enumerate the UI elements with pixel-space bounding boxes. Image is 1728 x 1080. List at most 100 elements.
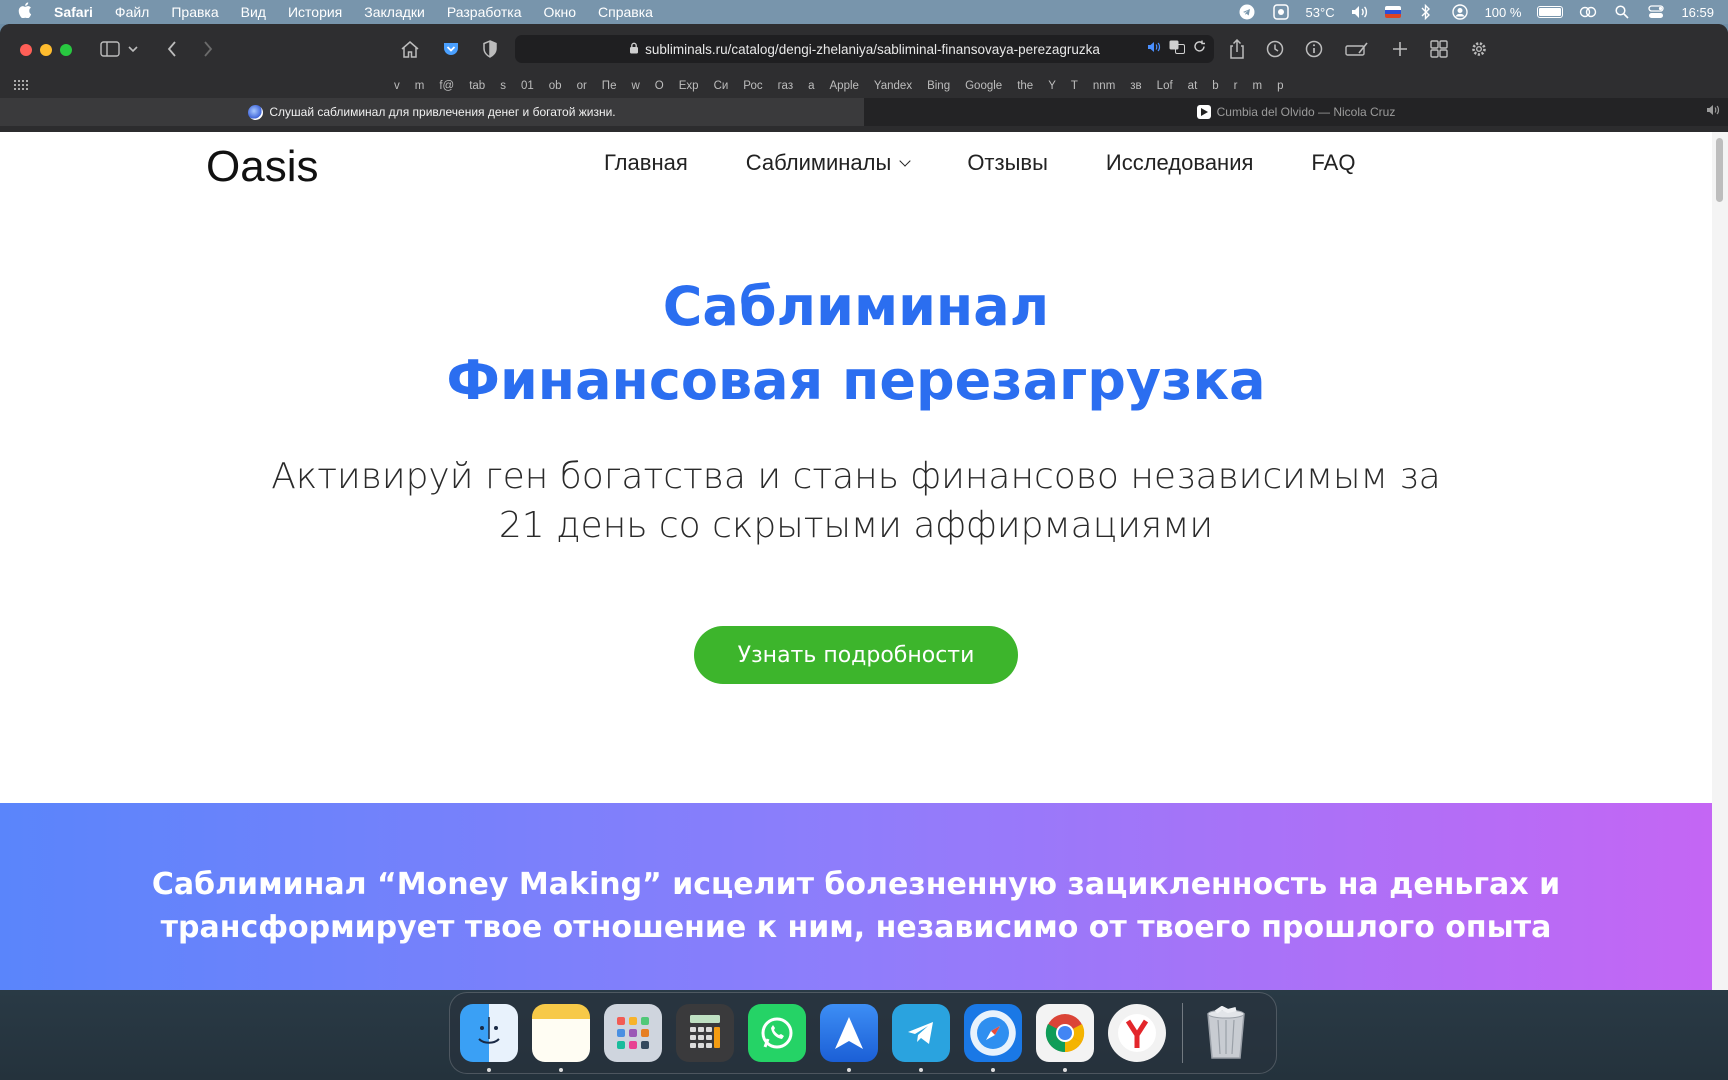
annotate-icon[interactable]	[1344, 37, 1370, 61]
favorites-grid-icon[interactable]	[14, 79, 28, 93]
favorite-link[interactable]: Yandex	[874, 80, 912, 92]
scrollbar-thumb[interactable]	[1716, 138, 1723, 202]
battery-icon[interactable]	[1537, 6, 1564, 18]
menu-help[interactable]: Справка	[598, 4, 653, 20]
yandex-browser-icon[interactable]	[1108, 1004, 1166, 1062]
favorite-link[interactable]: Пе	[602, 80, 617, 92]
favorite-link[interactable]: 01	[521, 80, 534, 92]
favorite-link[interactable]: зв	[1130, 80, 1141, 92]
control-center-icon[interactable]	[1647, 4, 1665, 20]
chrome-icon[interactable]	[1036, 1004, 1094, 1072]
reload-icon[interactable]	[1193, 40, 1206, 57]
audio-playing-icon[interactable]	[1147, 40, 1161, 57]
favorite-link[interactable]: f@	[439, 80, 454, 92]
user-account-icon[interactable]	[1451, 4, 1469, 20]
tab-music[interactable]: Cumbia del Olvido — Nicola Cruz	[864, 98, 1728, 126]
favorite-link[interactable]: m	[415, 80, 425, 92]
favorite-link[interactable]: Bing	[927, 80, 950, 92]
bluetooth-icon[interactable]	[1417, 4, 1435, 20]
apple-menu-icon[interactable]	[18, 1, 32, 23]
favorite-link[interactable]: ob	[549, 80, 562, 92]
safari-icon[interactable]	[964, 1004, 1022, 1072]
favorite-link[interactable]: tab	[469, 80, 485, 92]
favorite-link[interactable]: nnm	[1093, 80, 1115, 92]
favorite-link[interactable]: a	[808, 80, 814, 92]
favorite-link[interactable]: p	[1277, 80, 1283, 92]
privacy-shield-icon[interactable]	[477, 37, 503, 61]
fullscreen-window-button[interactable]	[60, 44, 72, 56]
tab-subliminal[interactable]: Слушай саблиминал для привлечения денег …	[0, 98, 864, 126]
favorite-link[interactable]: газ	[778, 80, 793, 92]
nav-faq[interactable]: FAQ	[1311, 150, 1355, 176]
favorite-link[interactable]: T	[1071, 80, 1078, 92]
menu-window[interactable]: Окно	[543, 4, 576, 20]
sidebar-toggle-icon[interactable]	[97, 37, 123, 61]
menu-app-name[interactable]: Safari	[54, 4, 93, 20]
favorite-link[interactable]: v	[394, 80, 400, 92]
tab-overview-icon[interactable]	[1426, 37, 1452, 61]
favorite-link[interactable]: O	[655, 80, 664, 92]
favorite-link[interactable]: Apple	[830, 80, 859, 92]
nav-research[interactable]: Исследования	[1106, 150, 1254, 176]
menu-view[interactable]: Вид	[241, 4, 266, 20]
menu-bar: Safari Файл Правка Вид История Закладки …	[0, 0, 1728, 24]
home-icon[interactable]	[397, 37, 423, 61]
telegram-icon[interactable]	[892, 1004, 950, 1072]
music-play-icon	[1196, 105, 1211, 119]
close-window-button[interactable]	[20, 44, 32, 56]
favorite-link[interactable]: Y	[1048, 80, 1056, 92]
launchpad-icon[interactable]	[604, 1004, 662, 1062]
settings-gear-icon[interactable]	[1466, 37, 1492, 61]
calculator-icon[interactable]	[676, 1004, 734, 1062]
new-tab-plus-icon[interactable]	[1387, 37, 1413, 61]
share-icon[interactable]	[1224, 37, 1250, 61]
pocket-icon[interactable]	[438, 37, 464, 61]
forward-arrow-icon[interactable]	[195, 37, 221, 61]
finder-icon[interactable]	[460, 1004, 518, 1072]
site-logo[interactable]: Oasis	[206, 142, 318, 192]
favorite-link[interactable]: m	[1253, 80, 1263, 92]
temperature-icon[interactable]	[1272, 4, 1290, 20]
favorite-link[interactable]: s	[500, 80, 506, 92]
menu-history[interactable]: История	[288, 4, 342, 20]
favorite-link[interactable]: w	[631, 80, 639, 92]
history-clock-icon[interactable]	[1262, 37, 1288, 61]
nav-subliminals[interactable]: Саблиминалы	[746, 150, 911, 176]
nav-home[interactable]: Главная	[604, 150, 688, 176]
favorite-link[interactable]: Lof	[1157, 80, 1173, 92]
menu-develop[interactable]: Разработка	[447, 4, 522, 20]
whatsapp-icon[interactable]	[748, 1004, 806, 1062]
favorite-link[interactable]: Си	[714, 80, 729, 92]
favorite-link[interactable]: r	[1234, 80, 1238, 92]
favorite-link[interactable]: Exp	[679, 80, 699, 92]
favorite-link[interactable]: or	[577, 80, 587, 92]
back-arrow-icon[interactable]	[159, 37, 185, 61]
battery-percent: 100 %	[1484, 4, 1522, 20]
address-bar[interactable]: subliminals.ru/catalog/dengi-zhelaniya/s…	[515, 35, 1214, 63]
spark-mail-icon[interactable]	[820, 1004, 878, 1072]
cloud-link-icon[interactable]	[1579, 4, 1597, 20]
input-source-flag-icon[interactable]	[1384, 6, 1401, 18]
minimize-window-button[interactable]	[40, 44, 52, 56]
trash-icon[interactable]	[1197, 1004, 1255, 1062]
clock-time[interactable]: 16:59	[1681, 5, 1714, 20]
menu-bookmarks[interactable]: Закладки	[364, 4, 425, 20]
nav-reviews[interactable]: Отзывы	[967, 150, 1048, 176]
menu-edit[interactable]: Правка	[171, 4, 218, 20]
tab-audio-icon[interactable]	[1706, 104, 1720, 119]
telegram-status-icon[interactable]	[1238, 4, 1256, 20]
notes-icon[interactable]	[532, 1004, 590, 1072]
info-icon[interactable]	[1301, 37, 1327, 61]
volume-icon[interactable]	[1351, 4, 1369, 20]
favorite-link[interactable]: Google	[965, 80, 1002, 92]
favorite-link[interactable]: at	[1188, 80, 1198, 92]
learn-more-button[interactable]: Узнать подробности	[694, 626, 1018, 684]
favorite-link[interactable]: Рос	[743, 80, 762, 92]
favorite-link[interactable]: b	[1212, 80, 1218, 92]
chevron-down-icon[interactable]	[125, 37, 141, 61]
translate-icon[interactable]	[1169, 40, 1185, 57]
spotlight-search-icon[interactable]	[1613, 4, 1631, 20]
menu-file[interactable]: Файл	[115, 4, 149, 20]
page-scrollbar[interactable]	[1712, 132, 1728, 990]
favorite-link[interactable]: the	[1017, 80, 1033, 92]
